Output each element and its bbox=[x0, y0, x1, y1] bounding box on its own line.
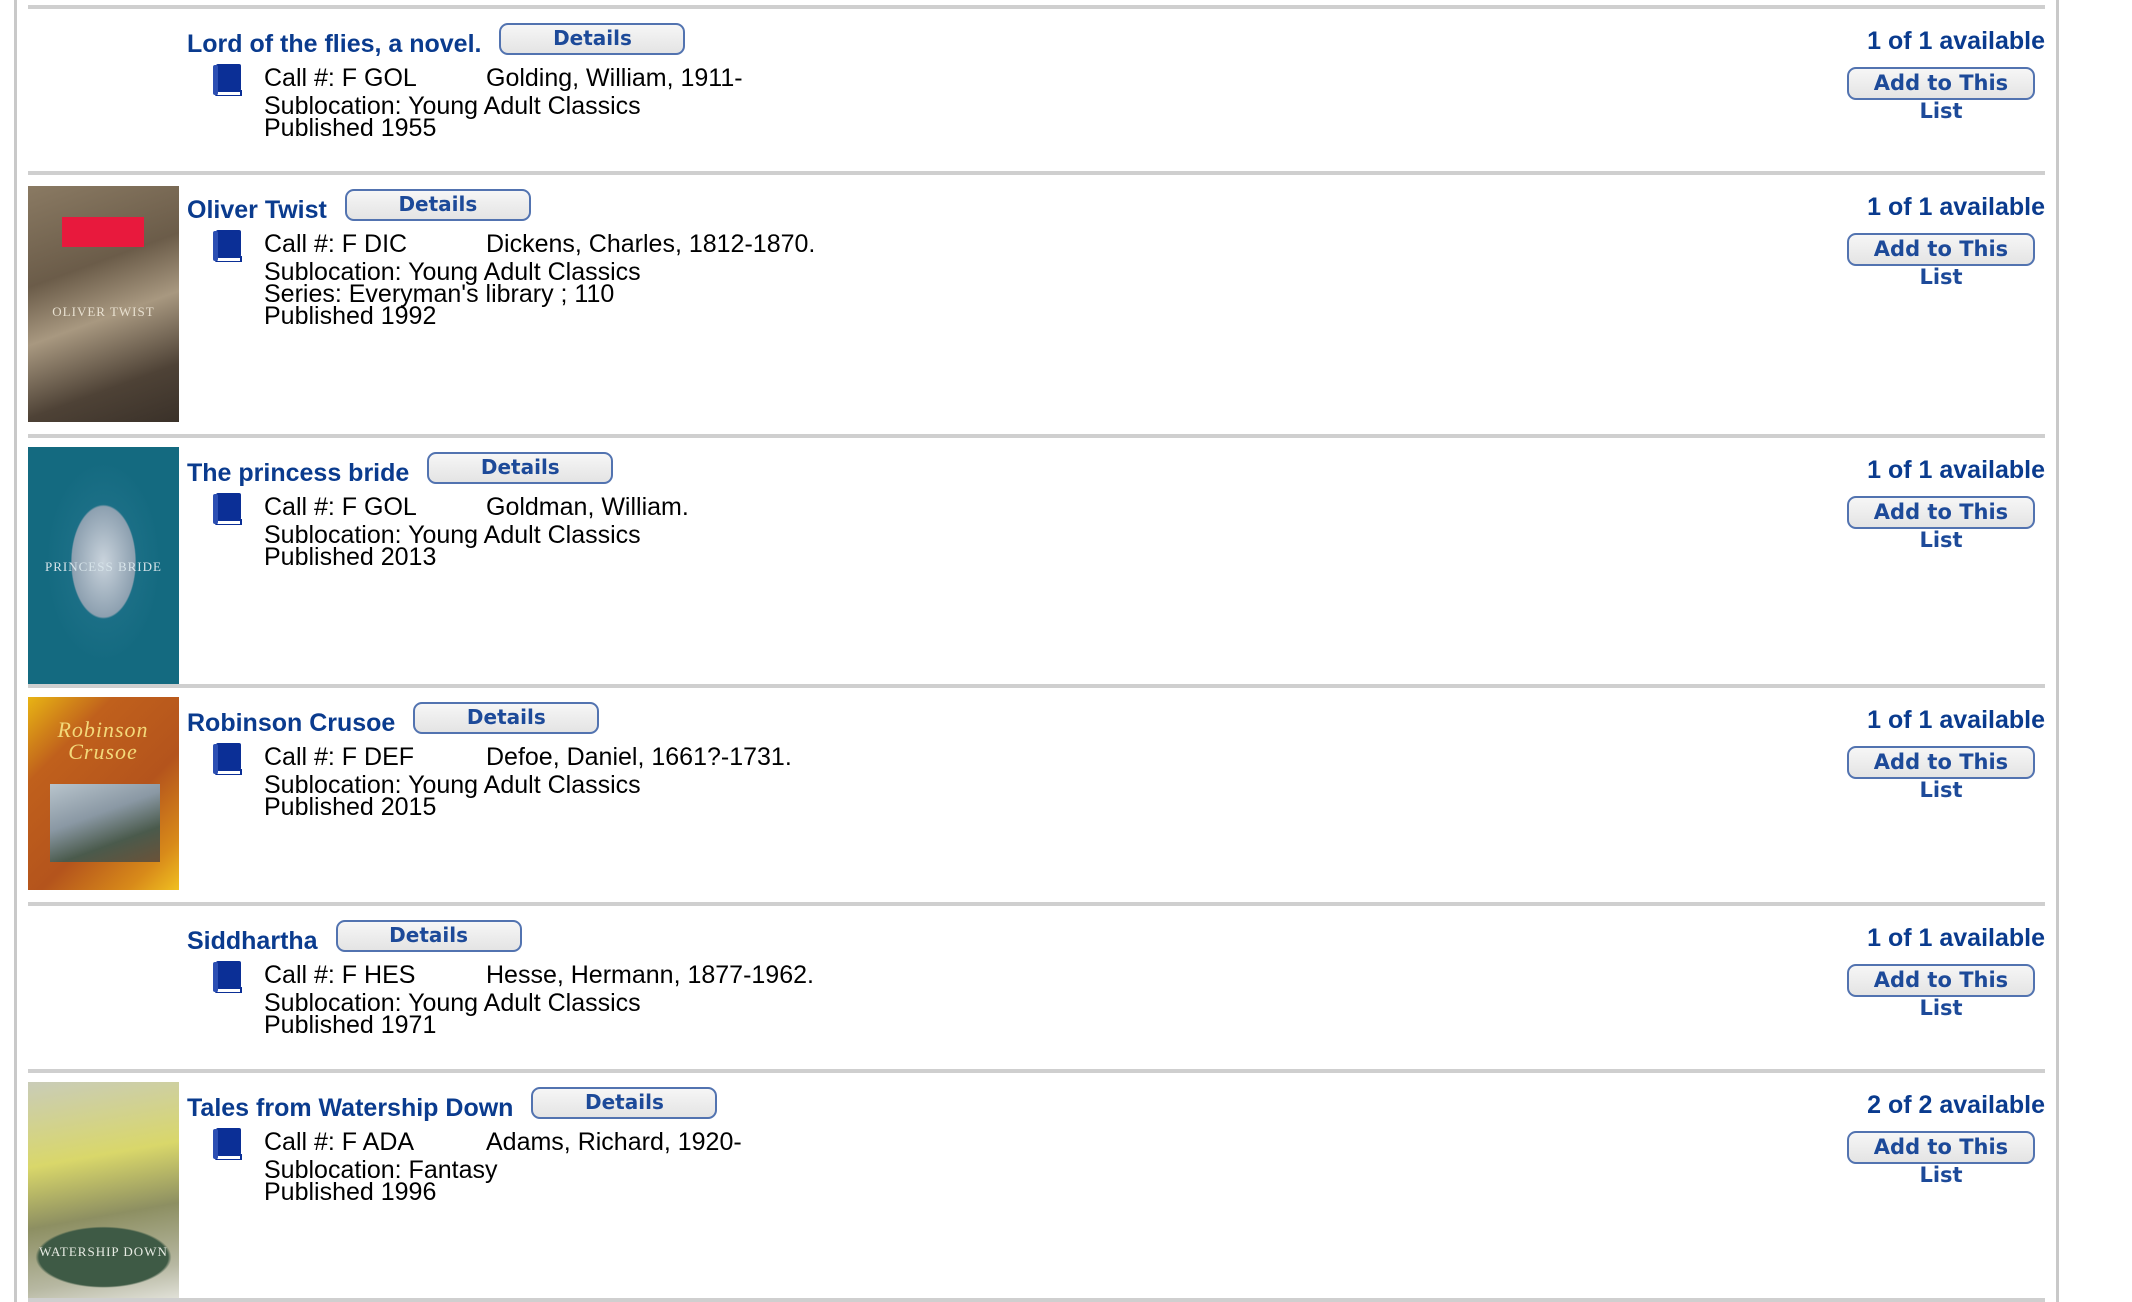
result-title-link[interactable]: Tales from Watership Down bbox=[187, 1093, 513, 1123]
result-title-link[interactable]: Oliver Twist bbox=[187, 195, 327, 225]
cover-image[interactable]: Robinson Crusoe bbox=[28, 697, 179, 890]
title-line: Lord of the flies, a novel. Details bbox=[187, 23, 686, 59]
published-year: Published 2013 bbox=[264, 543, 437, 571]
call-number-line: Call #: F HES Hesse, Hermann, 1877-1962. bbox=[264, 960, 814, 991]
book-icon bbox=[213, 493, 242, 525]
book-icon bbox=[213, 961, 242, 993]
cover-image[interactable]: PRINCESS BRIDE bbox=[28, 447, 179, 686]
author: Hesse, Hermann, 1877-1962. bbox=[486, 961, 814, 989]
published-year: Published 2015 bbox=[264, 793, 437, 821]
cover-title: OLIVER TWIST bbox=[52, 304, 155, 319]
published-year: Published 1996 bbox=[264, 1178, 437, 1206]
results-right-border bbox=[2056, 0, 2059, 1302]
book-icon bbox=[213, 1128, 242, 1160]
call-number-line: Call #: F GOL Golding, William, 1911- bbox=[264, 63, 743, 94]
cover-title: WATERSHIP DOWN bbox=[39, 1244, 168, 1259]
book-icon bbox=[213, 230, 242, 262]
call-number-line: Call #: F ADA Adams, Richard, 1920- bbox=[264, 1127, 742, 1158]
row-divider bbox=[28, 1069, 2045, 1073]
details-button[interactable]: Details bbox=[335, 920, 522, 952]
title-line: Siddhartha Details bbox=[187, 920, 522, 956]
availability-status: 1 of 1 available bbox=[1867, 193, 2045, 221]
author: Dickens, Charles, 1812-1870. bbox=[486, 230, 816, 258]
title-line: Tales from Watership Down Details bbox=[187, 1087, 718, 1123]
author: Goldman, William. bbox=[486, 493, 689, 521]
cover-image[interactable]: WATERSHIP DOWN bbox=[28, 1082, 179, 1301]
row-divider bbox=[28, 5, 2045, 9]
details-button[interactable]: Details bbox=[531, 1087, 718, 1119]
availability-status: 2 of 2 available bbox=[1867, 1091, 2045, 1119]
result-title-link[interactable]: Robinson Crusoe bbox=[187, 708, 395, 738]
availability-status: 1 of 1 available bbox=[1867, 456, 2045, 484]
row-divider bbox=[28, 684, 2045, 688]
title-line: Oliver Twist Details bbox=[187, 189, 531, 225]
cover-title: Robinson Crusoe bbox=[57, 717, 149, 764]
call-number: Call #: F DIC bbox=[264, 230, 408, 258]
cover-title: PRINCESS BRIDE bbox=[45, 559, 162, 574]
title-line: Robinson Crusoe Details bbox=[187, 702, 600, 738]
result-title-link[interactable]: Lord of the flies, a novel. bbox=[187, 29, 481, 59]
call-number: Call #: F GOL bbox=[264, 493, 417, 521]
call-number-line: Call #: F DEF Defoe, Daniel, 1661?-1731. bbox=[264, 742, 792, 773]
availability-status: 1 of 1 available bbox=[1867, 27, 2045, 55]
title-line: The princess bride Details bbox=[187, 452, 614, 488]
book-icon bbox=[213, 743, 242, 775]
add-to-list-button[interactable]: Add to This List bbox=[1847, 496, 2035, 552]
add-to-list-button[interactable]: Add to This List bbox=[1847, 964, 2035, 1020]
result-title-link[interactable]: The princess bride bbox=[187, 458, 409, 488]
cover-illustration bbox=[50, 784, 160, 862]
add-to-list-button[interactable]: Add to This List bbox=[1847, 746, 2035, 802]
row-divider bbox=[28, 434, 2045, 438]
add-to-list-button[interactable]: Add to This List bbox=[1847, 1131, 2035, 1187]
details-button[interactable]: Details bbox=[499, 23, 686, 55]
call-number: Call #: F GOL bbox=[264, 64, 417, 92]
details-button[interactable]: Details bbox=[427, 452, 614, 484]
book-icon bbox=[213, 64, 242, 96]
published-year: Published 1955 bbox=[264, 114, 437, 142]
call-number: Call #: F HES bbox=[264, 961, 416, 989]
call-number-line: Call #: F GOL Goldman, William. bbox=[264, 492, 689, 523]
availability-status: 1 of 1 available bbox=[1867, 924, 2045, 952]
call-number-line: Call #: F DIC Dickens, Charles, 1812-1870… bbox=[264, 229, 815, 260]
published-year: Published 1992 bbox=[264, 302, 437, 330]
row-divider bbox=[28, 171, 2045, 175]
results-left-border bbox=[14, 0, 17, 1302]
author: Golding, William, 1911- bbox=[486, 64, 743, 92]
published-year: Published 1971 bbox=[264, 1011, 437, 1039]
details-button[interactable]: Details bbox=[413, 702, 600, 734]
add-to-list-button[interactable]: Add to This List bbox=[1847, 233, 2035, 289]
availability-status: 1 of 1 available bbox=[1867, 706, 2045, 734]
row-divider bbox=[28, 902, 2045, 906]
cover-author-band bbox=[62, 217, 144, 247]
result-title-link[interactable]: Siddhartha bbox=[187, 926, 318, 956]
details-button[interactable]: Details bbox=[344, 189, 531, 221]
call-number: Call #: F ADA bbox=[264, 1128, 415, 1156]
author: Defoe, Daniel, 1661?-1731. bbox=[486, 743, 792, 771]
add-to-list-button[interactable]: Add to This List bbox=[1847, 67, 2035, 123]
author: Adams, Richard, 1920- bbox=[486, 1128, 742, 1156]
cover-image[interactable]: OLIVER TWIST bbox=[28, 186, 179, 422]
call-number: Call #: F DEF bbox=[264, 743, 415, 771]
row-divider bbox=[28, 1298, 2045, 1302]
